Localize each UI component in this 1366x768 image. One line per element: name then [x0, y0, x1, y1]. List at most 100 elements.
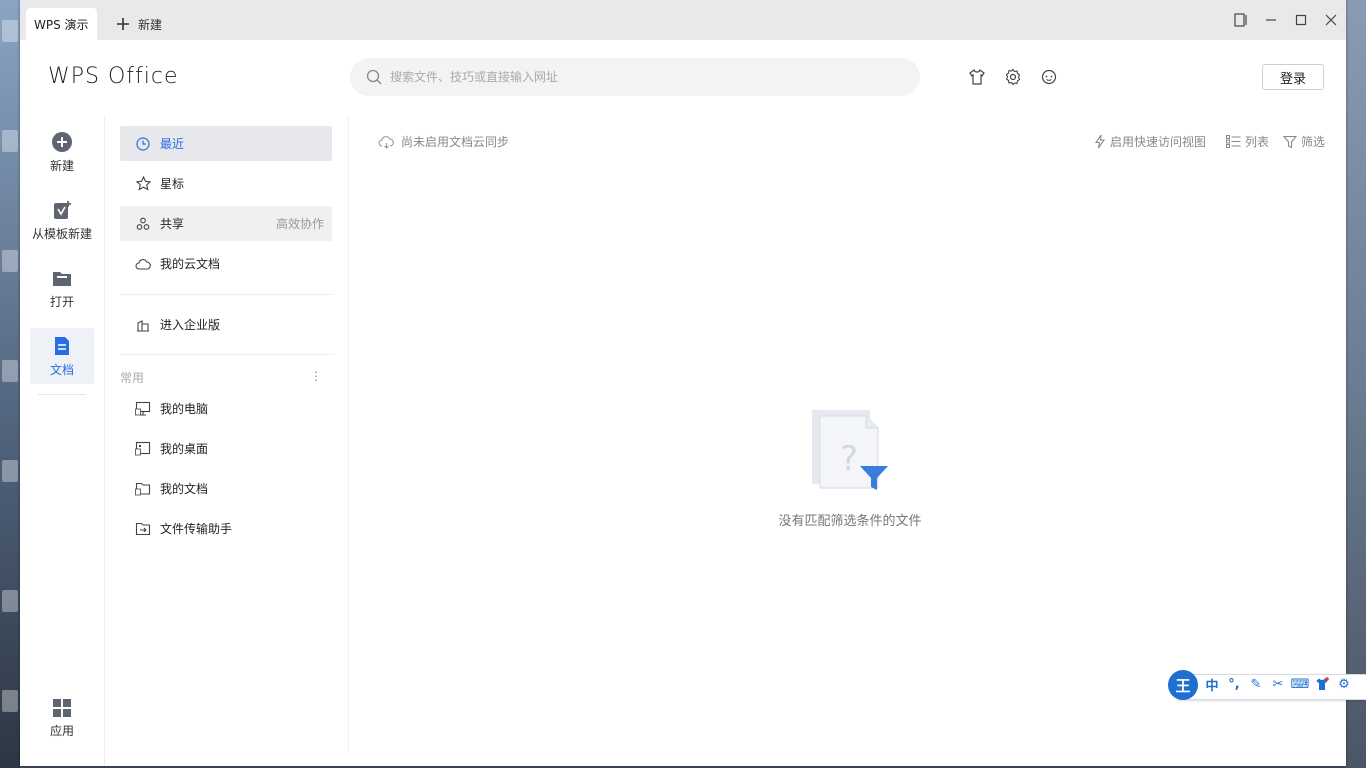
cloud-icon	[135, 258, 151, 270]
computer-icon	[135, 401, 151, 416]
close-button[interactable]	[1316, 0, 1346, 40]
template-icon	[54, 200, 71, 219]
ime-settings-icon[interactable]: ⚙	[1336, 676, 1352, 692]
desktop-icon-fragment	[2, 250, 18, 272]
share-icon	[136, 217, 150, 230]
shared-hint: 高效协作	[275, 217, 324, 231]
maximize-button[interactable]	[1286, 0, 1316, 40]
left-nav-apps[interactable]: 应用	[30, 690, 94, 746]
side-nav-enterprise[interactable]: 进入企业版	[120, 307, 332, 342]
left-nav-label: 新建	[49, 158, 74, 173]
side-nav-my-computer[interactable]: 我的电脑	[120, 391, 332, 426]
common-section-header: 常用 ⋮	[120, 369, 332, 387]
window-controls	[1226, 0, 1346, 40]
side-nav-divider	[120, 294, 334, 295]
side-nav-label: 星标	[160, 177, 185, 191]
filter-icon	[1283, 135, 1297, 148]
search-input[interactable]	[388, 69, 892, 85]
wps-window: WPS 演示 新建 WPS Office 搜索文件、技巧或直接输入网址 登录 新…	[20, 0, 1346, 766]
quick-view-label: 启用快速访问视图	[1110, 135, 1207, 149]
section-label: 常用	[120, 371, 145, 385]
quick-access-toggle[interactable]: 启用快速访问视图	[1094, 133, 1206, 150]
left-nav-divider	[38, 394, 86, 395]
ime-logo[interactable]: 王	[1168, 670, 1198, 700]
empty-state-message: 没有匹配筛选条件的文件	[778, 514, 922, 529]
new-tab-label: 新建	[138, 17, 163, 32]
cloud-sync-icon	[378, 135, 394, 149]
side-nav-label: 我的文档	[160, 482, 209, 496]
desktop-icon-fragment	[2, 460, 18, 482]
star-icon	[135, 176, 151, 191]
ime-scissors-icon[interactable]: ✂	[1270, 676, 1286, 692]
content-divider	[348, 116, 349, 752]
folder-icon	[53, 271, 71, 286]
desktop-icon-fragment	[2, 590, 18, 612]
sync-text: 尚未启用文档云同步	[401, 135, 510, 149]
file-transfer-icon	[135, 522, 151, 535]
left-nav-open[interactable]: 打开	[30, 260, 94, 316]
desktop-icon-fragment	[2, 130, 18, 152]
search-bar[interactable]	[350, 58, 920, 96]
desktop-icon	[135, 441, 151, 456]
list-view-toggle[interactable]: 列表	[1226, 133, 1269, 150]
search-icon	[366, 69, 382, 85]
left-nav-from-template[interactable]: 从模板新建	[22, 192, 102, 248]
desktop-icon-fragment	[2, 20, 18, 42]
skin-shirt-icon[interactable]	[966, 66, 988, 88]
header-icons	[966, 66, 1060, 88]
side-nav-starred[interactable]: 星标	[120, 166, 332, 201]
svg-text:?: ?	[840, 439, 858, 479]
ime-keys: 中 °, ✎ ✂ ⌨ ⚙	[1204, 676, 1352, 694]
side-nav-my-desktop[interactable]: 我的桌面	[120, 431, 332, 466]
apps-grid-icon	[53, 698, 71, 717]
desktop-icon-fragment	[2, 690, 18, 712]
ime-punctuation[interactable]: °,	[1226, 676, 1242, 692]
list-label: 列表	[1245, 135, 1270, 149]
minimize-button[interactable]	[1256, 0, 1286, 40]
ime-toolbar: 王 中 °, ✎ ✂ ⌨ ⚙	[1168, 670, 1366, 702]
header: WPS Office 登录	[20, 40, 1346, 116]
my-documents-icon	[135, 482, 151, 496]
login-button[interactable]: 登录	[1262, 64, 1324, 90]
new-tab-button[interactable]: 新建	[110, 8, 168, 40]
side-nav-label: 我的桌面	[160, 442, 209, 456]
filter-label: 筛选	[1301, 135, 1326, 149]
ime-keyboard-icon[interactable]: ⌨	[1291, 676, 1310, 692]
side-nav-divider	[120, 354, 334, 355]
filter-toggle[interactable]: 筛选	[1283, 133, 1325, 150]
left-nav-label: 应用	[49, 723, 74, 738]
minimize-icon	[1266, 19, 1276, 21]
side-panel-button[interactable]	[1226, 0, 1256, 40]
feedback-chat-icon[interactable]	[1038, 66, 1060, 88]
side-nav-file-transfer[interactable]: 文件传输助手	[120, 511, 332, 546]
side-nav-label: 文件传输助手	[160, 522, 233, 536]
tab-label: WPS 演示	[34, 17, 89, 32]
cloud-sync-status[interactable]: 尚未启用文档云同步	[378, 133, 509, 150]
side-nav-label: 我的云文档	[160, 257, 221, 271]
ime-skin-icon[interactable]	[1314, 676, 1330, 692]
left-nav-documents[interactable]: 文档	[30, 328, 94, 384]
close-icon	[1325, 14, 1337, 26]
maximize-icon	[1295, 14, 1307, 26]
building-icon	[137, 319, 149, 332]
ime-chinese-mode[interactable]: 中	[1204, 676, 1220, 694]
plus-circle-icon	[52, 131, 72, 152]
side-nav-label: 我的电脑	[160, 402, 209, 416]
tab-wps-presentation[interactable]: WPS 演示	[26, 8, 97, 40]
side-nav-cloud-docs[interactable]: 我的云文档	[120, 246, 332, 281]
title-bar: WPS 演示 新建	[20, 0, 1346, 40]
side-nav-label: 共享	[160, 217, 185, 231]
ime-handwriting-icon[interactable]: ✎	[1248, 676, 1264, 692]
left-nav-new[interactable]: 新建	[30, 124, 94, 180]
side-nav-my-documents[interactable]: 我的文档	[120, 471, 332, 506]
left-nav: 新建 从模板新建 打开 文档 应用	[20, 116, 105, 766]
side-nav-recent[interactable]: 最近	[120, 126, 332, 161]
settings-gear-icon[interactable]	[1002, 66, 1024, 88]
more-options-icon[interactable]: ⋮	[310, 369, 322, 383]
left-nav-label: 打开	[49, 294, 74, 309]
desktop-right-edge	[1346, 0, 1366, 768]
clock-icon	[136, 136, 150, 151]
empty-results-illustration: ?	[812, 410, 888, 490]
desktop-icon-fragment	[2, 360, 18, 382]
side-nav-shared[interactable]: 共享 高效协作	[120, 206, 332, 241]
